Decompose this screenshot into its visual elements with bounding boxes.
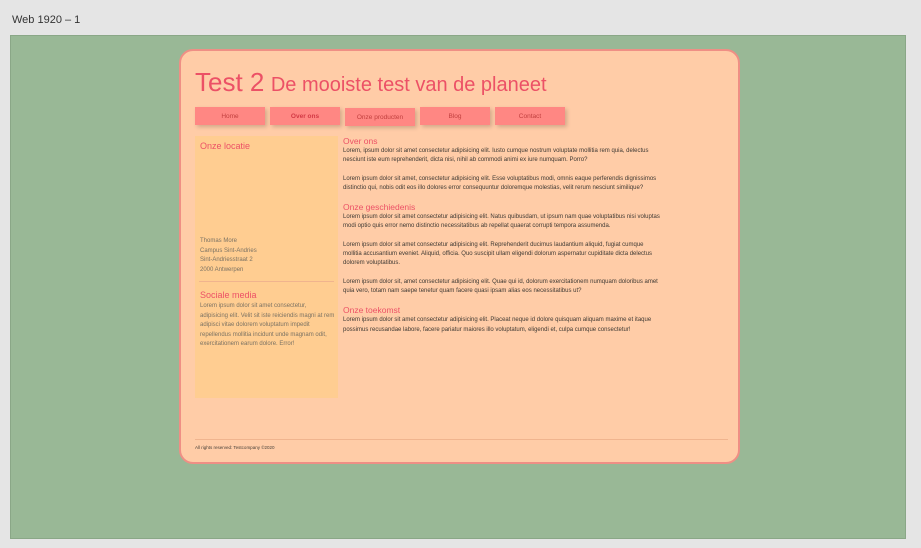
footer-divider	[195, 439, 728, 440]
section-title: Onze geschiedenis	[343, 202, 416, 213]
section-onze-toekomst: Onze toekomst Lorem ipsum dolor sit amet…	[343, 305, 661, 335]
footer-text: All rights reserved: Testcompany ©2020	[195, 445, 275, 450]
nav-onze-producten-button[interactable]: Onze producten	[345, 108, 415, 126]
section-onze-geschiedenis: Onze geschiedenis Lorem ipsum dolor sit …	[343, 202, 661, 296]
page-title: Test 2 De mooiste test van de planeet	[195, 67, 547, 98]
nav-contact-button[interactable]: Contact	[495, 107, 565, 125]
address-line: Thomas More	[200, 238, 238, 244]
page-card: Test 2 De mooiste test van de planeet Ho…	[179, 49, 740, 464]
section-paragraph: Lorem ipsum dolor sit amet consectetur a…	[343, 241, 653, 267]
section-title: Onze toekomst	[343, 305, 401, 316]
section-over-ons: Over ons Lorem, ipsum dolor sit amet con…	[343, 136, 661, 193]
frame-label: Web 1920 – 1	[12, 14, 81, 26]
address-line: 2000 Antwerpen	[200, 266, 244, 273]
nav-blog-button[interactable]: Blog	[420, 107, 490, 125]
section-paragraph: Lorem ipsum dolor sit, amet consectetur …	[343, 278, 658, 294]
location-heading: Onze locatie	[200, 141, 251, 151]
sidebar: Onze locatie Thomas More Campus Sint-And…	[195, 136, 338, 398]
address-line: Sint-Andriesstraat 2	[200, 257, 253, 264]
title-main: Test 2	[195, 67, 265, 97]
sidebar-divider	[199, 281, 334, 282]
nav-over-ons-button[interactable]: Over ons	[270, 107, 340, 125]
artboard: Test 2 De mooiste test van de planeet Ho…	[10, 35, 906, 539]
section-paragraph: Lorem ipsum dolor sit amet consectetur a…	[343, 317, 652, 333]
address-block: Thomas More Campus Sint-Andries Sint-And…	[200, 237, 257, 275]
section-paragraph: Lorem ipsum dolor sit amet consectetur a…	[343, 214, 660, 230]
section-paragraph: Lorem, ipsum dolor sit amet consectetur …	[343, 148, 649, 164]
section-title: Over ons	[343, 136, 378, 146]
main-content: Over ons Lorem, ipsum dolor sit amet con…	[343, 136, 661, 344]
nav-bar: Home Over ons Onze producten Blog Contac…	[195, 107, 565, 126]
nav-home-button[interactable]: Home	[195, 107, 265, 125]
section-paragraph: Lorem ipsum dolor sit amet, consectetur …	[343, 175, 657, 191]
title-subtitle: De mooiste test van de planeet	[270, 74, 547, 96]
social-text: Lorem ipsum dolor sit amet consectetur, …	[200, 303, 335, 348]
address-line: Campus Sint-Andries	[200, 247, 257, 254]
social-heading: Sociale media	[200, 290, 257, 300]
